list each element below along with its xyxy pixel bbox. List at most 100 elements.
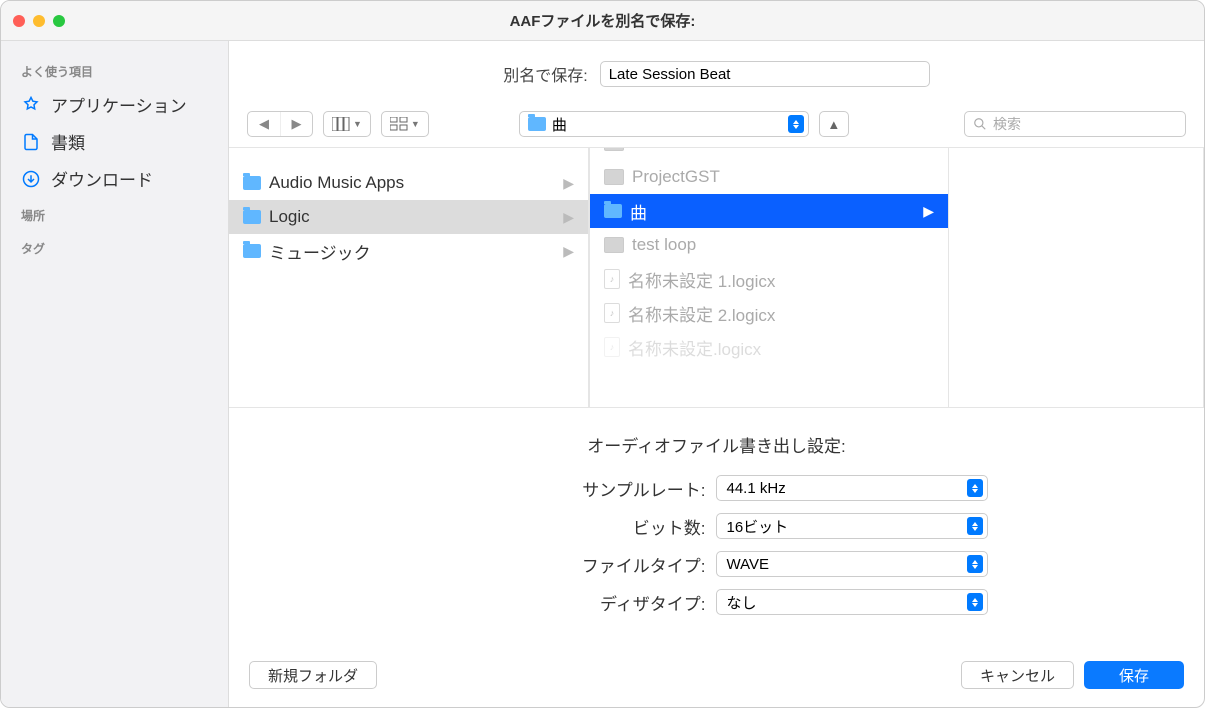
folder-icon — [243, 176, 261, 190]
file-item-disabled: Late Session Beat — [590, 148, 948, 160]
browser-column-1: Audio Music Apps ▶ Logic ▶ ミュージック ▶ — [229, 148, 589, 407]
folder-icon — [528, 117, 546, 131]
chevron-down-icon: ▼ — [411, 119, 420, 129]
search-placeholder: 検索 — [993, 114, 1021, 134]
location-name: 曲 — [552, 114, 567, 135]
minimize-window-button[interactable] — [33, 15, 45, 27]
nav-buttons: ◀ ▶ — [247, 111, 313, 137]
search-field[interactable]: 検索 — [964, 111, 1186, 137]
logic-doc-icon: ♪ — [604, 337, 620, 357]
file-type-label: ファイルタイプ: — [446, 552, 706, 577]
view-columns-button[interactable]: ▼ — [323, 111, 371, 137]
file-type-select[interactable]: WAVE — [716, 551, 988, 577]
sidebar: よく使う項目 アプリケーション 書類 ダウンロード 場所 タグ — [1, 41, 229, 707]
bit-depth-select[interactable]: 16ビット — [716, 513, 988, 539]
select-arrows-icon — [967, 479, 983, 497]
folder-item[interactable]: Audio Music Apps ▶ — [229, 166, 588, 200]
folder-icon — [243, 210, 261, 224]
sample-rate-select[interactable]: 44.1 kHz — [716, 475, 988, 501]
settings-title: オーディオファイル書き出し設定: — [229, 432, 1204, 457]
select-arrows-icon — [967, 593, 983, 611]
item-label: ミュージック — [269, 239, 371, 264]
item-label: 名称未設定 1.logicx — [628, 267, 775, 292]
nav-back-button[interactable]: ◀ — [248, 112, 280, 136]
select-arrows-icon — [967, 517, 983, 535]
window-title: AAFファイルを別名で保存: — [1, 10, 1204, 31]
dither-type-label: ディザタイプ: — [446, 590, 706, 615]
downloads-icon — [21, 169, 41, 189]
select-arrows-icon — [788, 115, 804, 133]
save-as-row: 別名で保存: — [229, 41, 1204, 103]
export-settings: オーディオファイル書き出し設定: サンプルレート: 44.1 kHz ビット数:… — [229, 408, 1204, 649]
sidebar-favorites-header: よく使う項目 — [1, 57, 228, 86]
applications-icon — [21, 95, 41, 115]
save-as-input[interactable] — [600, 61, 930, 87]
select-value: なし — [727, 592, 757, 613]
select-value: WAVE — [727, 556, 770, 573]
new-folder-button[interactable]: 新規フォルダ — [249, 661, 377, 689]
chevron-right-icon: ▶ — [563, 209, 574, 226]
chevron-right-icon: ▶ — [923, 203, 934, 220]
logic-doc-icon: ♪ — [604, 303, 620, 323]
folder-item[interactable]: ミュージック ▶ — [229, 234, 588, 268]
item-label: 名称未設定 2.logicx — [628, 301, 775, 326]
sample-rate-label: サンプルレート: — [446, 476, 706, 501]
project-icon — [604, 237, 624, 253]
main-panel: 別名で保存: ◀ ▶ ▼ ▼ 曲 — [229, 41, 1204, 707]
item-label: 名称未設定.logicx — [628, 335, 761, 360]
sidebar-item-label: ダウンロード — [51, 166, 153, 191]
sidebar-locations-header: 場所 — [1, 201, 228, 230]
file-item-disabled: ♪ 名称未設定.logicx — [590, 330, 948, 364]
sidebar-item-applications[interactable]: アプリケーション — [1, 86, 228, 123]
chevron-up-icon: ▲ — [827, 117, 840, 132]
traffic-lights — [13, 15, 65, 27]
project-icon — [604, 169, 624, 185]
location-popup[interactable]: 曲 — [519, 111, 809, 137]
group-by-button[interactable]: ▼ — [381, 111, 429, 137]
item-label: Audio Music Apps — [269, 173, 404, 193]
bit-depth-label: ビット数: — [446, 514, 706, 539]
sidebar-item-label: アプリケーション — [51, 92, 187, 117]
folder-item-selected[interactable]: Logic ▶ — [229, 200, 588, 234]
logic-doc-icon: ♪ — [604, 269, 620, 289]
select-arrows-icon — [967, 555, 983, 573]
folder-icon — [604, 204, 622, 218]
nav-forward-button[interactable]: ▶ — [280, 112, 312, 136]
dither-type-select[interactable]: なし — [716, 589, 988, 615]
sidebar-tags-header: タグ — [1, 234, 228, 263]
item-label: Logic — [269, 207, 310, 227]
select-value: 44.1 kHz — [727, 480, 786, 497]
item-label: 曲 — [630, 199, 647, 224]
cancel-button[interactable]: キャンセル — [961, 661, 1074, 689]
browser-toolbar: ◀ ▶ ▼ ▼ 曲 ▲ — [229, 103, 1204, 148]
sidebar-item-documents[interactable]: 書類 — [1, 123, 228, 160]
grid-icon — [390, 117, 408, 131]
file-item-disabled: ♪ 名称未設定 2.logicx — [590, 296, 948, 330]
maximize-window-button[interactable] — [53, 15, 65, 27]
browser-column-3 — [949, 148, 1204, 407]
save-as-label: 別名で保存: — [503, 62, 587, 86]
titlebar: AAFファイルを別名で保存: — [1, 1, 1204, 41]
sidebar-item-downloads[interactable]: ダウンロード — [1, 160, 228, 197]
close-window-button[interactable] — [13, 15, 25, 27]
documents-icon — [21, 132, 41, 152]
item-label: Late Session Beat — [632, 148, 770, 153]
collapse-button[interactable]: ▲ — [819, 111, 849, 137]
save-dialog: AAFファイルを別名で保存: よく使う項目 アプリケーション 書類 ダウンロード… — [0, 0, 1205, 708]
column-browser: Audio Music Apps ▶ Logic ▶ ミュージック ▶ — [229, 148, 1204, 408]
file-item-disabled: ProjectGST — [590, 160, 948, 194]
chevron-right-icon: ▶ — [563, 243, 574, 260]
columns-icon — [332, 117, 350, 131]
sidebar-item-label: 書類 — [51, 129, 85, 154]
select-value: 16ビット — [727, 516, 789, 537]
folder-item-active[interactable]: 曲 ▶ — [590, 194, 948, 228]
search-icon — [973, 117, 987, 131]
save-button[interactable]: 保存 — [1084, 661, 1184, 689]
footer: 新規フォルダ キャンセル 保存 — [229, 649, 1204, 707]
chevron-down-icon: ▼ — [353, 119, 362, 129]
chevron-right-icon: ▶ — [563, 175, 574, 192]
browser-column-2: Late Session Beat ProjectGST 曲 ▶ — [589, 148, 949, 407]
file-item-disabled: ♪ 名称未設定 1.logicx — [590, 262, 948, 296]
item-label: test loop — [632, 235, 696, 255]
item-label: ProjectGST — [632, 167, 720, 187]
